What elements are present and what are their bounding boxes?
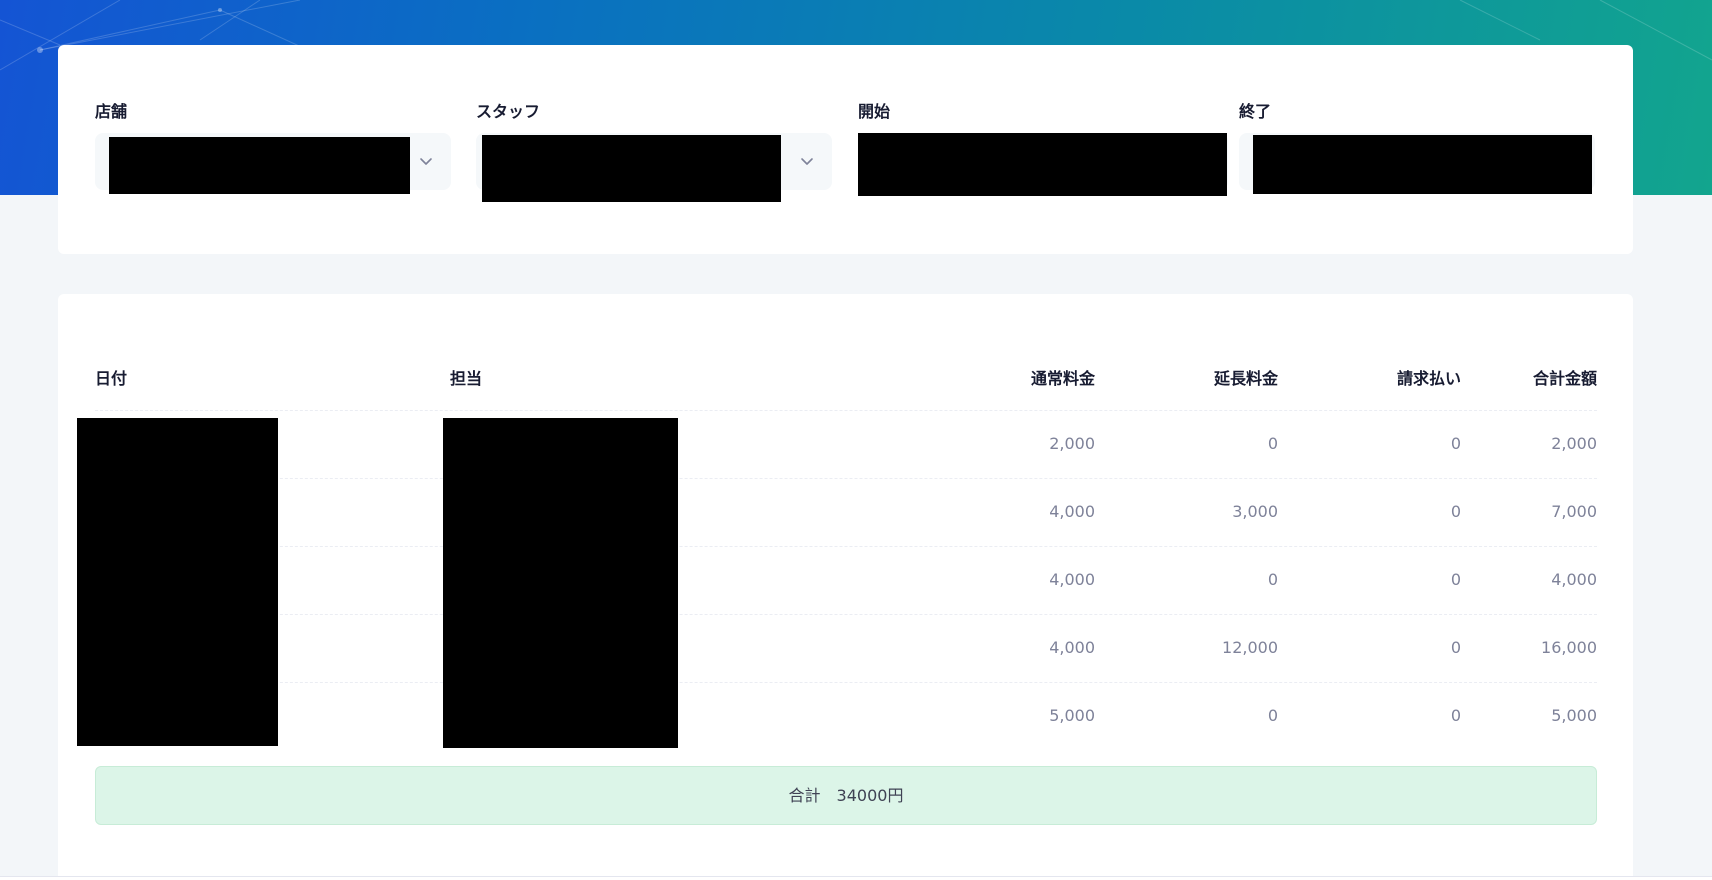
cell-invoice-payment: 0 — [1450, 638, 1461, 657]
cell-extension-fee: 12,000 — [1222, 638, 1278, 657]
sales-table-card: 日付 担当 通常料金 延長料金 請求払い 合計金額 2,000 0 0 2,00… — [58, 294, 1633, 880]
row-divider — [95, 614, 1597, 615]
header-regular-fee: 通常料金 — [1030, 369, 1095, 388]
start-filter: 開始 — [858, 101, 1228, 196]
cell-total-amount: 2,000 — [1551, 434, 1597, 453]
store-select[interactable] — [95, 133, 451, 194]
redacted-block — [858, 133, 1227, 196]
start-label: 開始 — [858, 102, 891, 121]
redacted-block — [109, 137, 410, 194]
cell-invoice-payment: 0 — [1450, 434, 1461, 453]
header-staff: 担当 — [450, 369, 483, 388]
redacted-date-column — [77, 418, 278, 746]
chevron-down-icon — [420, 158, 432, 165]
end-date-input[interactable] — [1239, 133, 1595, 194]
cell-total-amount: 7,000 — [1551, 502, 1597, 521]
header-extension-fee: 延長料金 — [1213, 369, 1278, 388]
start-date-input[interactable] — [858, 133, 1228, 196]
cell-extension-fee: 0 — [1267, 706, 1278, 725]
cell-regular-fee: 5,000 — [1049, 706, 1095, 725]
header-invoice-payment: 請求払い — [1396, 369, 1461, 388]
row-divider — [95, 546, 1597, 547]
header-total-amount: 合計金額 — [1532, 369, 1597, 388]
redacted-block — [482, 135, 781, 202]
staff-filter: スタッフ — [476, 101, 832, 202]
row-divider — [95, 410, 1597, 411]
end-label: 終了 — [1239, 102, 1272, 121]
header-date: 日付 — [95, 369, 128, 388]
total-summary: 合計 34000円 — [95, 766, 1597, 825]
cell-extension-fee: 0 — [1267, 570, 1278, 589]
store-label: 店舗 — [95, 102, 128, 121]
filter-card: 店舗 スタッフ 開始 終了 — [58, 45, 1633, 254]
cell-invoice-payment: 0 — [1450, 570, 1461, 589]
cell-total-amount: 4,000 — [1551, 570, 1597, 589]
row-divider — [95, 682, 1597, 683]
staff-label: スタッフ — [476, 102, 541, 121]
end-filter: 終了 — [1239, 101, 1595, 194]
cell-regular-fee: 4,000 — [1049, 570, 1095, 589]
cell-total-amount: 5,000 — [1551, 706, 1597, 725]
store-filter: 店舗 — [95, 101, 451, 194]
page-bottom-edge — [0, 876, 1712, 880]
cell-extension-fee: 3,000 — [1232, 502, 1278, 521]
row-divider — [95, 478, 1597, 479]
cell-invoice-payment: 0 — [1450, 502, 1461, 521]
cell-regular-fee: 2,000 — [1049, 434, 1095, 453]
cell-extension-fee: 0 — [1267, 434, 1278, 453]
cell-total-amount: 16,000 — [1541, 638, 1597, 657]
cell-regular-fee: 4,000 — [1049, 502, 1095, 521]
redacted-staff-column — [443, 418, 678, 748]
redacted-block — [1253, 135, 1592, 194]
chevron-down-icon — [801, 158, 813, 165]
cell-invoice-payment: 0 — [1450, 706, 1461, 725]
cell-regular-fee: 4,000 — [1049, 638, 1095, 657]
staff-select[interactable] — [476, 133, 832, 202]
